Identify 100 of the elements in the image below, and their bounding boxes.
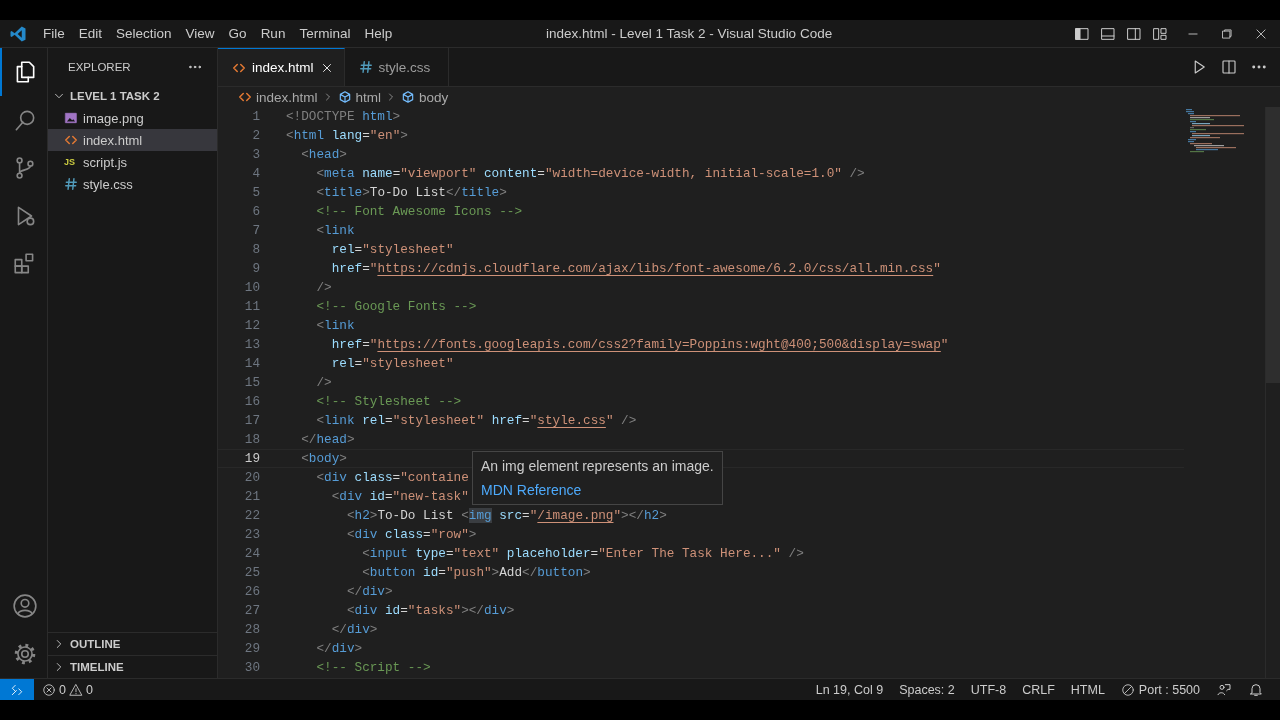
line-number: 10 bbox=[243, 280, 261, 295]
line-number: 15 bbox=[243, 375, 261, 390]
code-line: <link bbox=[315, 318, 355, 333]
account-icon[interactable] bbox=[11, 593, 38, 619]
status-item[interactable]: Port : 5500 bbox=[1120, 682, 1200, 697]
line-number: 24 bbox=[243, 546, 261, 561]
code-line: </head> bbox=[300, 432, 355, 447]
line-number: 5 bbox=[251, 185, 261, 200]
image-file-icon bbox=[64, 111, 78, 125]
sidebar-title: EXPLORER bbox=[68, 60, 131, 73]
editor-tab[interactable]: style.css bbox=[344, 48, 449, 86]
status-item[interactable]: CRLF bbox=[1022, 682, 1055, 697]
status-item[interactable]: HTML bbox=[1070, 682, 1105, 697]
line-number: 4 bbox=[251, 166, 261, 181]
cube-icon bbox=[337, 90, 352, 104]
minimap-drawing[interactable] bbox=[1184, 109, 1245, 155]
restore-icon[interactable] bbox=[1220, 26, 1234, 41]
code-line: rel="stylesheet" bbox=[330, 242, 454, 257]
section-header[interactable]: OUTLINE bbox=[48, 632, 217, 655]
breadcrumb-item[interactable]: html bbox=[337, 89, 382, 105]
code-line: <div class="row"> bbox=[345, 527, 477, 542]
close-icon[interactable] bbox=[1254, 26, 1268, 41]
explorer-entry[interactable]: style.css bbox=[48, 173, 217, 195]
vscode-logo-icon bbox=[9, 24, 27, 43]
hover-description: An img element represents an image. bbox=[481, 458, 714, 474]
code-line: <title>To-Do List</title> bbox=[315, 185, 507, 200]
remote-icon bbox=[10, 682, 24, 697]
line-number: 19 bbox=[243, 451, 261, 466]
editor-tab[interactable]: index.html bbox=[218, 48, 345, 86]
menu-item[interactable]: View bbox=[178, 26, 222, 41]
line-number: 29 bbox=[243, 641, 261, 656]
status-item[interactable]: Ln 19, Col 9 bbox=[815, 682, 884, 697]
feedback-icon[interactable] bbox=[1216, 681, 1232, 698]
line-number: 9 bbox=[251, 261, 261, 276]
code-line: <!-- Script --> bbox=[315, 660, 431, 675]
code-line: /> bbox=[315, 280, 332, 295]
line-number: 26 bbox=[243, 584, 261, 599]
menu-item[interactable]: Run bbox=[253, 26, 293, 41]
code-brackets-icon bbox=[238, 90, 252, 104]
line-number: 3 bbox=[251, 147, 261, 162]
explorer-entry[interactable]: image.png bbox=[48, 107, 217, 129]
line-number: 17 bbox=[243, 413, 261, 428]
code-line: <!-- Stylesheet --> bbox=[315, 394, 462, 409]
code-line: <html lang="en"> bbox=[286, 128, 408, 143]
toggle-sidebar-icon[interactable] bbox=[1074, 25, 1090, 42]
line-number: 18 bbox=[243, 432, 261, 447]
error-icon bbox=[42, 682, 56, 697]
menu-item[interactable]: Help bbox=[357, 26, 400, 41]
code-line: <input type="text" placeholder="Enter The Task Here..." /> bbox=[361, 546, 804, 561]
line-number: 20 bbox=[243, 470, 261, 485]
folder-item[interactable]: LEVEL 1 TASK 2 bbox=[48, 85, 217, 107]
menu-item[interactable]: Go bbox=[221, 26, 254, 41]
code-line: </div> bbox=[330, 622, 378, 637]
menu-item[interactable]: Terminal bbox=[292, 26, 358, 41]
hash-icon bbox=[358, 60, 373, 74]
code-line: rel="stylesheet" bbox=[330, 356, 454, 371]
code-line: <div id="tasks"></div> bbox=[345, 603, 515, 618]
code-line: href="https://fonts.googleapis.com/css2?family=Poppins:wght@400;500&display=swap" bbox=[330, 337, 949, 352]
line-number: 2 bbox=[251, 128, 261, 143]
code-line: <meta name="viewport" content="width=device-width, initial-scale=1.0" /> bbox=[315, 166, 865, 181]
code-line: <!-- Font Awesome Icons --> bbox=[315, 204, 523, 219]
code-line: <!-- Google Fonts --> bbox=[315, 299, 477, 314]
code-line: <head> bbox=[300, 147, 347, 162]
toggle-panel-icon[interactable] bbox=[1100, 25, 1116, 42]
code-line: <h2>To-Do List <img src="/image.png"></h2> bbox=[345, 508, 667, 523]
menu-item[interactable]: File bbox=[36, 26, 72, 41]
code-line: <button id="push">Add</button> bbox=[361, 565, 591, 580]
line-number: 30 bbox=[243, 660, 261, 675]
breadcrumb-item[interactable]: body bbox=[401, 89, 449, 105]
line-number: 28 bbox=[243, 622, 261, 637]
code-line: <!DOCTYPE html> bbox=[286, 109, 401, 124]
code-line: </div> bbox=[345, 584, 393, 599]
split-editor-icon[interactable] bbox=[1220, 58, 1238, 76]
breadcrumb-item[interactable]: index.html bbox=[238, 89, 318, 105]
toggle-secondary-sidebar-icon[interactable] bbox=[1126, 25, 1142, 42]
status-item[interactable]: UTF-8 bbox=[970, 682, 1007, 697]
customize-layout-icon[interactable] bbox=[1152, 25, 1168, 42]
line-number: 8 bbox=[251, 242, 261, 257]
status-item[interactable]: Spaces: 2 bbox=[899, 682, 955, 697]
explorer-entry[interactable]: JS script.js bbox=[48, 151, 217, 173]
line-number: 11 bbox=[243, 299, 261, 314]
code-line: </div> bbox=[315, 641, 363, 656]
menu-item[interactable]: Selection bbox=[109, 26, 179, 41]
line-number: 1 bbox=[251, 109, 261, 124]
explorer-entry[interactable]: index.html bbox=[48, 129, 217, 151]
code-line: <body> bbox=[300, 451, 347, 466]
window-title: index.html - Level 1 Task 2 - Visual Studio Code bbox=[545, 26, 834, 41]
js-file-icon: JS bbox=[64, 157, 78, 167]
problems-button[interactable]: 0 0 bbox=[34, 682, 93, 697]
line-number: 14 bbox=[243, 356, 261, 371]
code-brackets-icon bbox=[64, 133, 78, 147]
line-number: 21 bbox=[243, 489, 261, 504]
line-number: 27 bbox=[243, 603, 261, 618]
code-line: href="https://cdnjs.cloudflare.com/ajax/libs/font-awesome/6.2.0/css/all.min.css" bbox=[330, 261, 941, 276]
bell-icon[interactable] bbox=[1248, 681, 1264, 698]
code-line: <div id="new-task" bbox=[330, 489, 469, 504]
code-line: <link rel="stylesheet" href="style.css" /> bbox=[315, 413, 637, 428]
menu-item[interactable]: Edit bbox=[71, 26, 110, 41]
mdn-reference-link[interactable]: MDN Reference bbox=[481, 482, 714, 498]
code-line: /> bbox=[315, 375, 332, 390]
